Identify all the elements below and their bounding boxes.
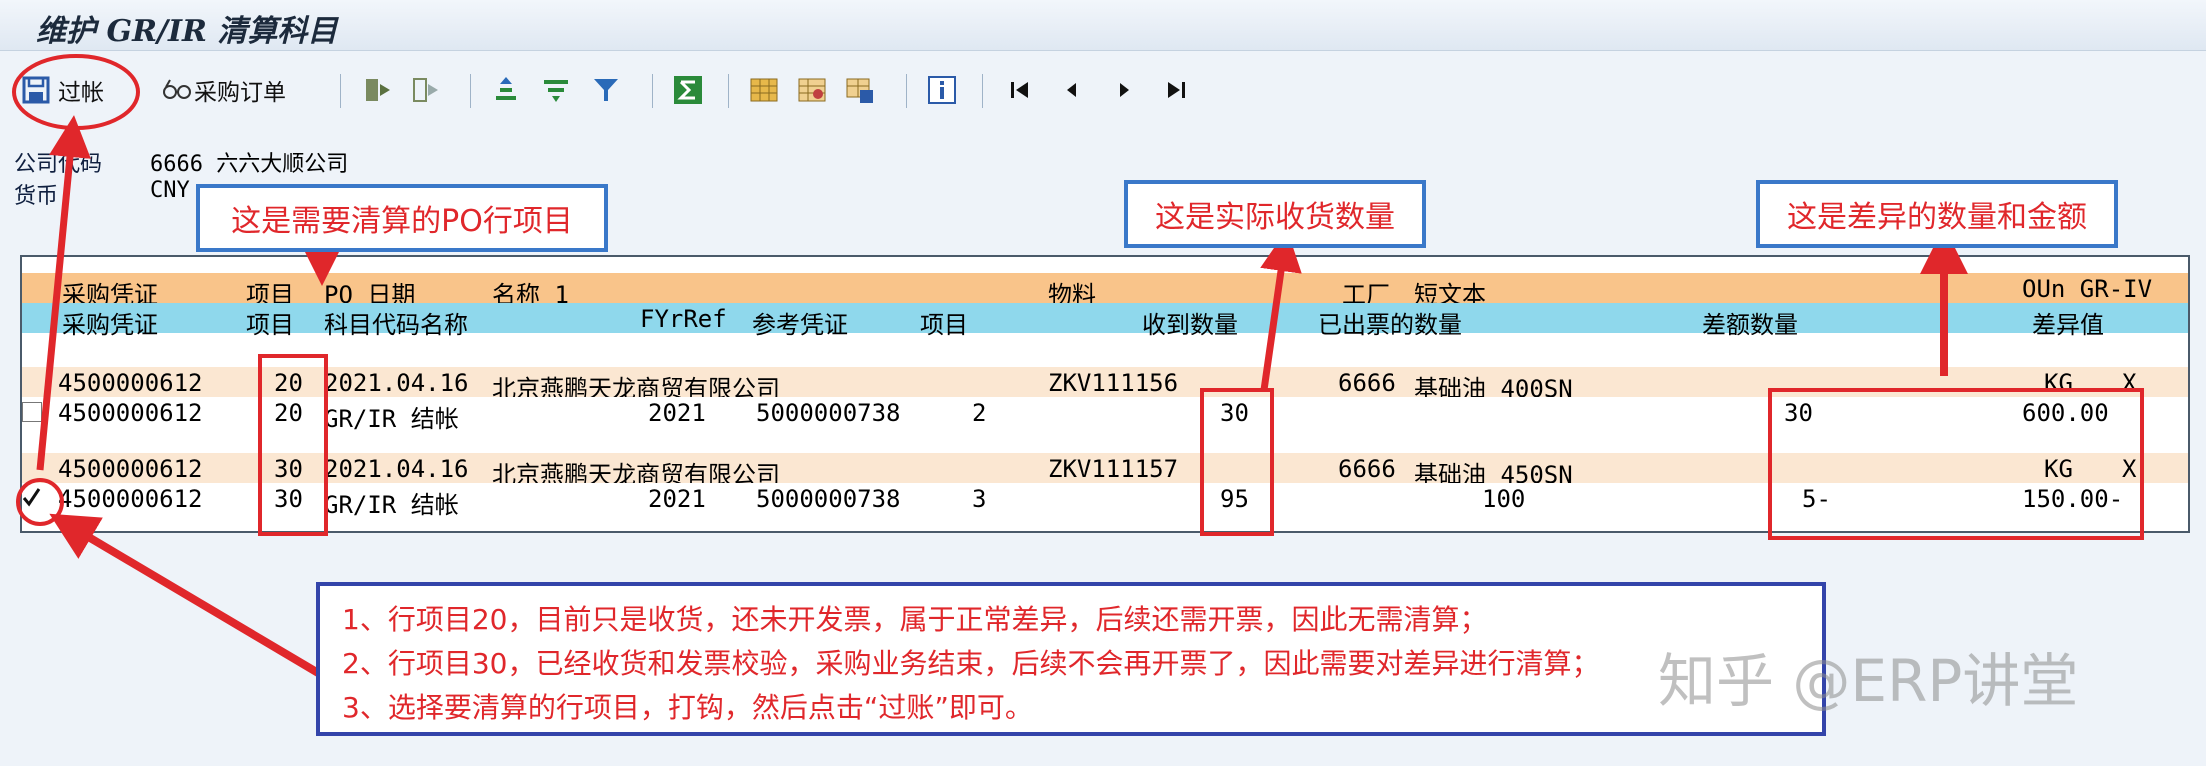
note-line-1: 1、行项目20，目前只是收货，还未开发票，属于正常差异，后续还需开票，因此无需清…	[342, 603, 1488, 636]
arrow	[49, 513, 333, 684]
note-line-2: 2、行项目30，已经收货和发票校验，采购业务结束，后续不会再开票了，因此需要对差…	[342, 647, 1600, 680]
annotation-received: 这是实际收货数量	[1124, 180, 1426, 248]
arrow	[1260, 229, 1302, 391]
annotation-difference: 这是差异的数量和金额	[1756, 180, 2118, 248]
watermark: 知乎 @ERP讲堂	[1658, 647, 2079, 715]
post-button-highlight	[12, 54, 140, 130]
note-line-3: 3、选择要清算的行项目，打钩，然后点击“过账”即可。	[342, 691, 1033, 724]
po-item-highlight	[258, 354, 328, 536]
annotation-po-item: 这是需要清算的PO行项目	[196, 184, 608, 252]
checkbox-highlight	[16, 478, 64, 526]
arrow	[36, 115, 91, 471]
difference-highlight	[1768, 388, 2144, 540]
explanation-note: 1、行项目20，目前只是收货，还未开发票，属于正常差异，后续还需开票，因此无需清…	[316, 582, 1826, 736]
received-qty-highlight	[1200, 388, 1274, 536]
